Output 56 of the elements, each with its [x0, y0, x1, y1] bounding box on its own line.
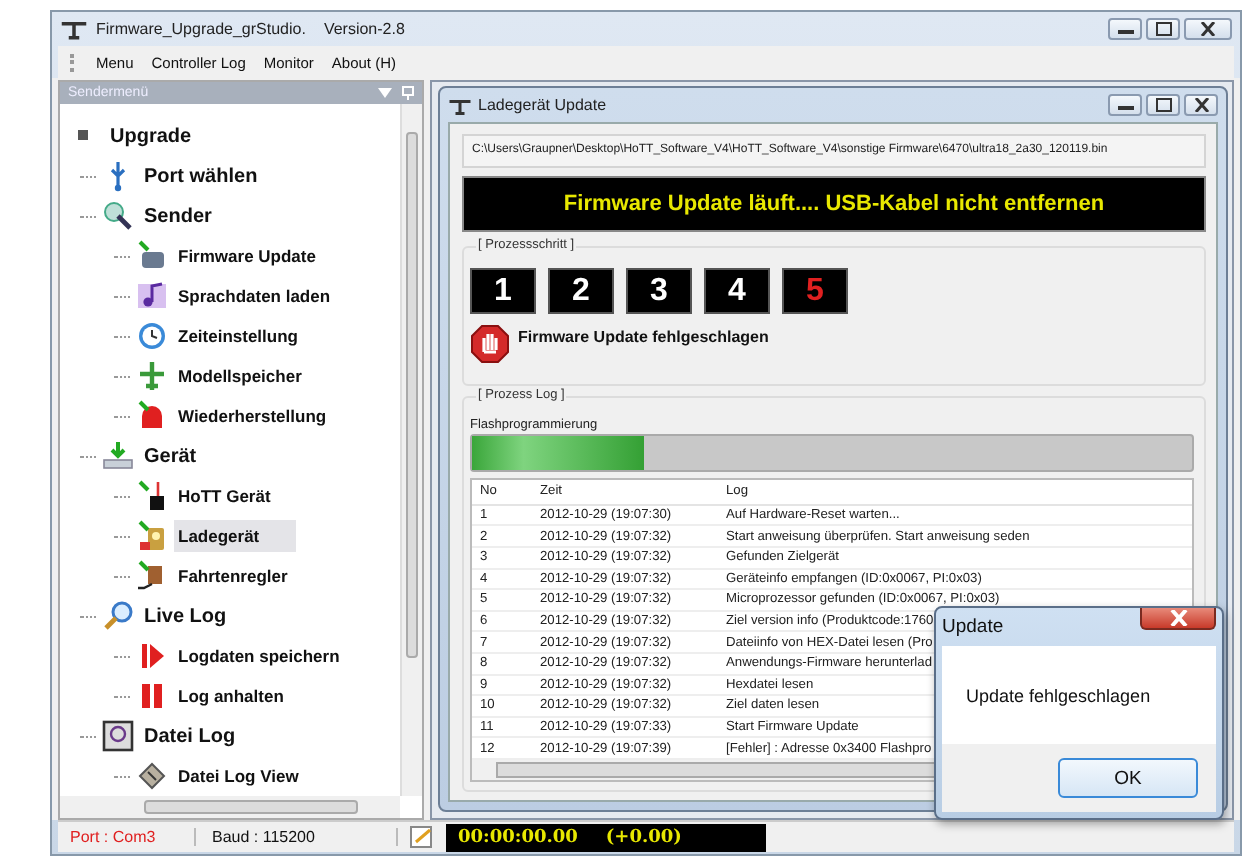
step-indicator: 5 [782, 268, 848, 314]
port-status: Port : Com3 [58, 828, 196, 846]
tree-item[interactable]: Datei Log [140, 723, 240, 749]
timer-offset: (+0.00) [605, 827, 682, 847]
step-indicator: 4 [704, 268, 770, 314]
close-icon [1169, 610, 1187, 626]
step-indicator: 3 [626, 268, 692, 314]
pause-icon [136, 680, 168, 712]
scrollbar[interactable] [60, 796, 400, 818]
tree-item[interactable]: Live Log [140, 603, 231, 629]
siren-icon [136, 400, 168, 432]
status-message: Firmware Update fehlgeschlagen [518, 328, 769, 346]
window-title: Ladegerät Update [478, 96, 607, 114]
close-button[interactable] [1140, 608, 1216, 630]
magnifier-icon [102, 600, 134, 632]
dialog-title: Update [942, 616, 1004, 638]
timer-value: 00:00:00.00 [458, 827, 578, 847]
version-label: Version-2.8 [323, 20, 405, 38]
stop-hand-icon [470, 324, 510, 364]
tree-item[interactable]: Datei Log View [174, 764, 303, 788]
tree-item[interactable]: Ladegerät [174, 520, 296, 552]
tree-item[interactable]: Gerät [140, 443, 201, 469]
minimize-button[interactable] [1108, 94, 1142, 116]
tree-item[interactable]: Modellspeicher [174, 364, 306, 388]
step-indicator: 2 [548, 268, 614, 314]
tree-item[interactable]: Firmware Update [174, 244, 320, 268]
scrollbar[interactable] [400, 104, 422, 796]
maximize-button[interactable] [1146, 18, 1180, 40]
close-icon [1193, 98, 1209, 112]
baud-status: Baud : 115200 [196, 828, 398, 846]
tree-item[interactable]: Logdaten speichern [174, 644, 344, 668]
tree-item[interactable]: Sprachdaten laden [174, 284, 335, 308]
status-banner: Firmware Update läuft.... USB-Kabel nicht entfernen [462, 176, 1206, 232]
tree-item[interactable]: HoTT Gerät [174, 484, 275, 508]
step-indicator: 1 [470, 268, 536, 314]
maximize-button[interactable] [1146, 94, 1180, 116]
download-icon [102, 440, 134, 472]
music-note-icon [136, 280, 168, 312]
window-title: Firmware_Upgrade_grStudio. [96, 20, 306, 38]
ok-button[interactable]: OK [1058, 758, 1198, 798]
maximize-icon [1155, 22, 1171, 36]
maximize-icon [1155, 98, 1171, 112]
record-icon [136, 640, 168, 672]
tree-item[interactable]: Fahrtenregler [174, 564, 292, 588]
close-icon [1200, 22, 1216, 36]
tree-item[interactable]: Upgrade [106, 123, 196, 149]
tree-item[interactable]: Log anhalten [174, 684, 288, 708]
tree-item[interactable]: Zeiteinstellung [174, 324, 302, 348]
dialog-message: Update fehlgeschlagen [966, 685, 1151, 705]
minimize-button[interactable] [1108, 18, 1142, 40]
close-button[interactable] [1184, 94, 1218, 116]
tree-item[interactable]: Sender [140, 203, 216, 229]
clock-icon [136, 320, 168, 352]
close-button[interactable] [1184, 18, 1232, 40]
tree-item[interactable]: Port wählen [140, 163, 262, 189]
tree-item[interactable]: Wiederherstellung [174, 404, 331, 428]
